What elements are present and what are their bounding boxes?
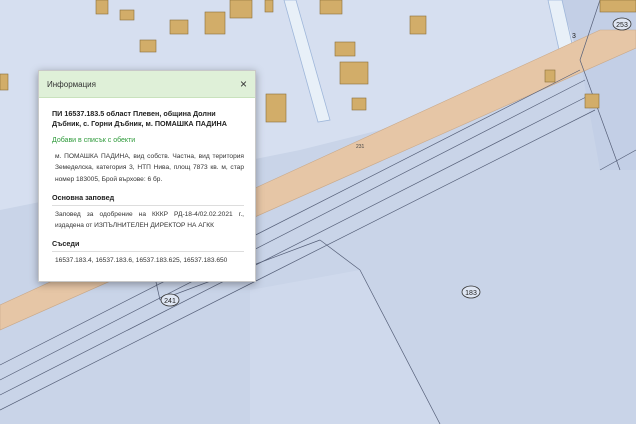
field-zone [250,270,440,424]
add-to-list-link[interactable]: Добави в списък с обекти [52,137,244,144]
parcel-title: ПИ 16537.183.5 област Плевен, община Дол… [52,109,227,128]
popup-body: ПИ 16537.183.5 област Плевен, община Дол… [39,98,255,267]
svg-text:183: 183 [465,290,477,297]
popup-title: Информация [47,79,96,89]
parcel-label-253: 253 [612,17,632,31]
neighbors-list[interactable]: 16537.183.4, 16537.183.6, 16537.183.625,… [52,252,244,266]
svg-text:241: 241 [164,298,176,305]
parcel-label-183: 183 [461,285,481,299]
order-text: Заповед за одобрение на КККР РД-18-4/02.… [55,210,244,230]
popup-header: Информация × [39,71,255,98]
parcel-label-241: 241 [160,293,180,307]
close-icon[interactable]: × [240,78,247,90]
road-label: 231 [356,144,365,150]
parcel-label-3: 3 [572,33,576,40]
order-heading: Основна заповед [52,188,244,206]
info-popup: Информация × ПИ 16537.183.5 област Плеве… [38,70,256,282]
parcel-description: м. ПОМАШКА ПАДИНА, вид собств. Частна, в… [55,153,244,183]
neighbors-heading: Съседи [52,234,244,253]
svg-text:253: 253 [616,22,628,29]
